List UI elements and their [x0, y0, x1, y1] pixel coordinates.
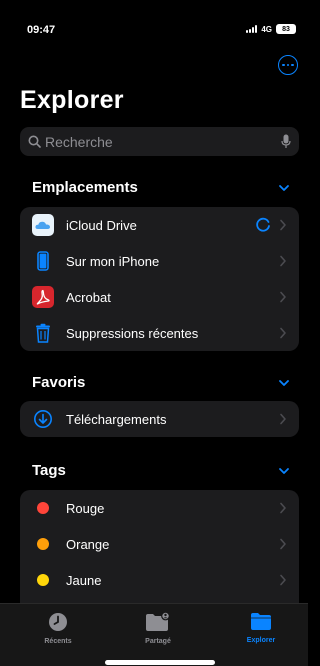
tab-label: Explorer	[246, 637, 276, 644]
item-label: Acrobat	[66, 289, 111, 305]
acrobat-icon	[32, 286, 54, 308]
section-header-locations[interactable]: Emplacements	[32, 179, 290, 196]
list-item-on-my-iphone[interactable]: Sur mon iPhone	[20, 243, 299, 279]
network-type: 4G	[261, 24, 272, 34]
item-label: Suppressions récentes	[66, 325, 199, 341]
section-title: Favoris	[32, 374, 86, 391]
status-indicators: 4G 83	[246, 24, 296, 34]
list-item-icloud-drive[interactable]: iCloud Drive	[20, 207, 299, 243]
favorites-list: Téléchargements	[20, 401, 299, 437]
more-dot-icon	[291, 63, 294, 67]
microphone-icon[interactable]	[281, 134, 291, 149]
search-icon	[28, 135, 41, 148]
item-label: Orange	[66, 536, 110, 552]
sync-spinner-icon	[256, 217, 270, 232]
list-item-recently-deleted[interactable]: Suppressions récentes	[20, 315, 299, 351]
status-bar: 09:47 4G 83	[0, 0, 308, 44]
item-label: Rouge	[66, 500, 105, 516]
chevron-right-icon	[280, 538, 286, 550]
list-item-tag-red[interactable]: Rouge	[20, 490, 299, 526]
tab-label: Récents	[44, 638, 72, 645]
more-dot-icon	[286, 63, 290, 67]
chevron-right-icon	[280, 327, 286, 339]
chevron-right-icon	[280, 255, 286, 267]
item-label: Sur mon iPhone	[66, 253, 160, 269]
icloud-icon	[32, 214, 54, 236]
chevron-right-icon	[280, 502, 286, 514]
tab-label: Partagé	[145, 638, 171, 645]
tag-color-dot-icon	[32, 533, 54, 555]
tags-list: Rouge Orange Jaune	[20, 490, 299, 603]
section-header-tags[interactable]: Tags	[32, 462, 290, 479]
status-time: 09:47	[27, 24, 56, 36]
tag-color-dot-icon	[32, 497, 54, 519]
tab-explorer[interactable]: Explorer	[231, 612, 291, 644]
trash-icon	[32, 322, 54, 344]
clock-icon	[49, 613, 67, 631]
item-label: iCloud Drive	[66, 217, 137, 233]
search-bar[interactable]	[20, 127, 299, 156]
download-icon	[32, 408, 54, 430]
home-indicator[interactable]	[105, 660, 215, 665]
item-label: Téléchargements	[66, 411, 167, 427]
tab-bar: Récents Partagé Explorer	[0, 603, 308, 666]
chevron-right-icon	[280, 219, 286, 231]
list-item-tag-yellow[interactable]: Jaune	[20, 562, 299, 598]
cellular-signal-icon	[246, 25, 258, 33]
tab-shared[interactable]: Partagé	[128, 612, 188, 645]
locations-list: iCloud Drive Sur mon iPhone Acrobat Supp…	[20, 207, 299, 351]
chevron-right-icon	[280, 413, 286, 425]
list-item-downloads[interactable]: Téléchargements	[20, 401, 299, 437]
more-options-button[interactable]	[278, 55, 298, 75]
chevron-down-icon[interactable]	[278, 377, 290, 389]
chevron-right-icon	[280, 291, 286, 303]
chevron-down-icon[interactable]	[278, 465, 290, 477]
section-title: Tags	[32, 462, 66, 479]
folder-icon	[251, 613, 271, 630]
shared-folder-icon	[146, 612, 170, 631]
list-item-acrobat[interactable]: Acrobat	[20, 279, 299, 315]
tag-color-dot-icon	[32, 569, 54, 591]
iphone-icon	[32, 250, 54, 272]
search-input[interactable]	[45, 133, 281, 150]
section-title: Emplacements	[32, 179, 138, 196]
section-header-favorites[interactable]: Favoris	[32, 374, 290, 391]
item-label: Jaune	[66, 572, 102, 588]
chevron-down-icon[interactable]	[278, 182, 290, 194]
battery-icon: 83	[276, 24, 296, 34]
tab-recents[interactable]: Récents	[28, 612, 88, 645]
list-item-tag-orange[interactable]: Orange	[20, 526, 299, 562]
more-dot-icon	[282, 63, 285, 67]
page-title: Explorer	[20, 86, 124, 114]
chevron-right-icon	[280, 574, 286, 586]
